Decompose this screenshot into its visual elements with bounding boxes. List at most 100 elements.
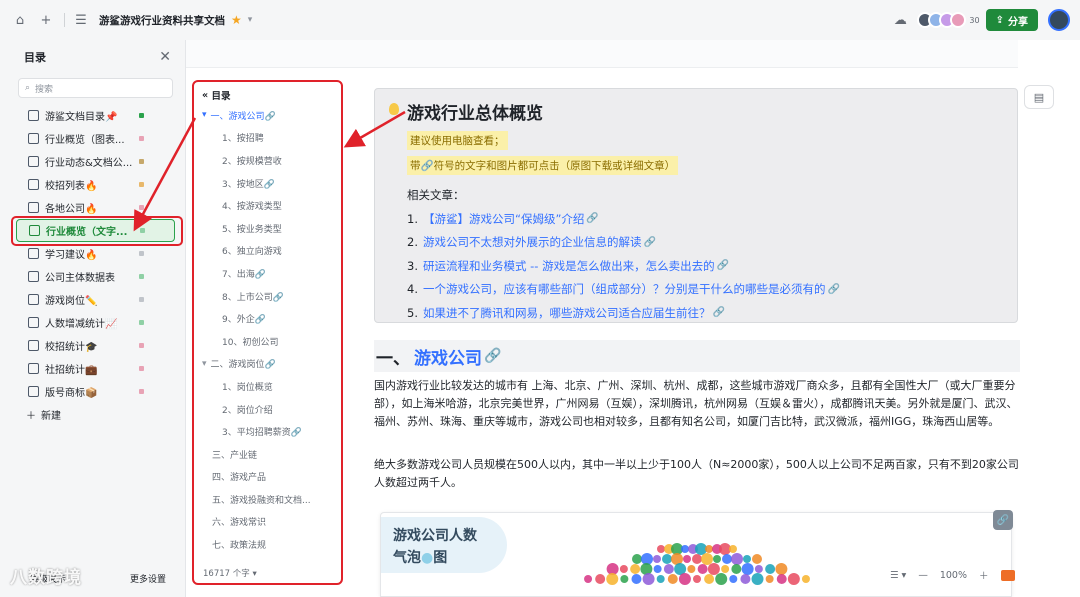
close-icon[interactable]: ✕ [159,49,171,65]
sidebar-item[interactable]: 学习建议🔥 [0,242,185,265]
sidebar-item[interactable]: 社招统计💼 [0,357,185,380]
add-icon[interactable]: + [36,10,56,30]
chevron-down-icon[interactable]: ▾ [248,15,253,25]
outline-item[interactable]: 三、产业链 [194,443,341,466]
chevron-down-icon[interactable]: ▾ [202,110,207,120]
word-count[interactable]: 16717 个字 ▾ [203,567,257,579]
outline-item[interactable]: ▾ 一、游戏公司🔗 [194,104,341,127]
outline-item[interactable]: 9、外企🔗 [194,307,341,330]
sidebar-item[interactable]: 行业动态&文档公... [0,150,185,173]
sidebar-item[interactable]: 各地公司🔥 [0,196,185,219]
outline-item[interactable]: 4、按游戏类型 [194,194,341,217]
chevron-down-icon: ▾ [252,569,257,579]
outline-item[interactable]: 7、出海🔗 [194,262,341,285]
home-icon[interactable]: ⌂ [10,10,30,30]
sidebar-item-label: 各地公司🔥 [45,204,98,215]
zoom-in-button[interactable]: ＋ [979,568,989,582]
sidebar-item[interactable]: 校招列表🔥 [0,173,185,196]
article-link[interactable]: 一个游戏公司，应该有哪些部门（组成部分）？分别是干什么的哪些是必须有的 [423,281,826,297]
article-link[interactable]: 研运流程和业务模式 -- 游戏是怎么做出来，怎么卖出去的 [423,258,715,274]
outline-item-label: 2、岗位介绍 [222,405,273,416]
bubble [765,564,776,574]
status-dot [139,320,144,325]
outline-item[interactable]: 五、游戏投融资和文档... [194,488,341,511]
outline-item[interactable]: 10、初创公司 [194,330,341,353]
outline-item[interactable]: 1、按招聘 [194,127,341,150]
star-icon[interactable]: ★ [231,13,242,27]
article-link[interactable]: 如果进不了腾讯和网易，哪些游戏公司适合应届生前往？ [423,305,711,321]
heading-link[interactable]: 游戏公司 [414,344,482,369]
more-settings-button[interactable]: 更多设置 [130,572,166,585]
outline-item[interactable]: 七、政策法规 [194,533,341,556]
share-button[interactable]: ⇪ 分享 [985,9,1038,31]
sidebar-item[interactable]: 行业概览（图表... [0,127,185,150]
bubble [657,545,665,553]
sidebar-item[interactable]: 校招统计🎓 [0,334,185,357]
outline-item[interactable]: 2、按规模营收 [194,149,341,172]
status-dot [139,159,144,164]
sidebar-item[interactable]: 公司主体数据表 [0,265,185,288]
sidebar-item[interactable]: 行业概览（文字... [16,219,175,242]
bubble [642,573,655,585]
outline-item[interactable]: 6、独立向游戏 [194,240,341,263]
bubble [693,575,701,583]
bubble [705,545,713,553]
outline-item-label: 二、游戏岗位🔗 [210,360,276,371]
outline-item[interactable]: 2、岗位介绍 [194,398,341,421]
menu-icon[interactable]: ☰ [71,10,91,30]
watermark: 八数跨境 [10,563,82,588]
outline-item[interactable]: 1、岗位概览 [194,375,341,398]
comment-button[interactable]: ▤ [1024,85,1054,109]
related-article: 1. 【游鲨】游戏公司“保姆级”介绍 🔗 [407,207,1003,231]
doc-icon [28,317,39,328]
bubble [692,554,702,564]
outline-item-label: 1、岗位概览 [222,382,273,393]
user-avatar[interactable] [1048,9,1070,31]
share-icon: ⇪ [995,14,1004,26]
outline-item[interactable]: 3、按地区🔗 [194,172,341,195]
outline-item[interactable]: 四、游戏产品 [194,466,341,489]
outline-item-label: 7、出海🔗 [222,269,266,280]
bubble [632,554,642,564]
bubble [704,574,715,584]
search-input[interactable]: ⌕ 搜索 [18,78,173,98]
collaborator-avatars[interactable]: 30 [917,12,980,28]
outline-item[interactable]: 3、平均招聘薪资🔗 [194,420,341,443]
outline-item-label: 5、按业务类型 [222,224,282,235]
heading-prefix: 一、 [376,348,410,369]
outline-item[interactable]: ▾ 二、游戏岗位🔗 [194,353,341,376]
doc-title: 游鲨游戏行业资料共享文档 [99,14,225,27]
outline-title: 目录 [211,91,231,102]
bubble [707,563,720,575]
search-placeholder: 搜索 [35,84,54,95]
bubble-cluster [584,543,810,585]
chevron-down-icon[interactable]: ▾ [202,359,207,369]
paragraph: 绝大多数游戏公司人员规模在500人以内，其中一半以上少于100人（N≈2000家… [374,458,1019,489]
bubble [741,563,754,575]
outline-item[interactable]: 5、按业务类型 [194,217,341,240]
status-dot [139,182,144,187]
related-title: 相关文章： [407,188,465,202]
bubble [765,575,774,583]
sidebar-item[interactable]: 人数增减统计📈 [0,311,185,334]
outline-toggle-icon[interactable]: ☰ ▾ [890,570,906,581]
zoom-out-button[interactable]: — [918,570,928,581]
outline-item[interactable]: 六、游戏常识 [194,511,341,534]
bubble [697,564,708,574]
list-number: 3. [407,258,418,273]
bubble [743,555,751,563]
article-link[interactable]: 游戏公司不太想对外展示的企业信息的解读 [423,234,642,250]
outline-header[interactable]: « 目录 [194,86,341,104]
doc-icon [28,202,39,213]
lightbulb-icon [389,103,399,115]
outline-item[interactable]: 8、上市公司🔗 [194,285,341,308]
video-icon[interactable] [1000,569,1015,581]
sidebar-item[interactable]: 游鲨文档目录📌 [0,104,185,127]
list-number: 4. [407,282,418,297]
doc-icon [28,386,39,397]
sidebar-item[interactable]: 游戏岗位✏️ [0,288,185,311]
article-link[interactable]: 【游鲨】游戏公司“保姆级”介绍 [423,211,584,227]
new-button[interactable]: ＋ 新建 [0,403,185,426]
link-icon[interactable]: 🔗 [993,510,1013,530]
sidebar-item[interactable]: 版号商标📦 [0,380,185,403]
